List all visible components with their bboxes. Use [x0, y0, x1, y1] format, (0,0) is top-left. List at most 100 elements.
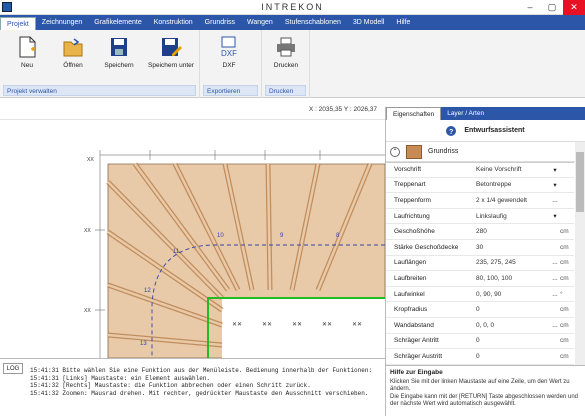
- new-file-icon: [19, 36, 36, 58]
- title-bar: INTREKON – ▢ ✕: [0, 0, 585, 15]
- property-value[interactable]: 0, 90, 90: [476, 291, 550, 298]
- menu-grundriss[interactable]: Grundriss: [199, 15, 241, 30]
- property-row[interactable]: Laufrichtung Linkslaufig ▾: [386, 209, 574, 225]
- section-grundriss[interactable]: ⌃ Grundriss: [386, 142, 585, 162]
- step-number-10: 10: [217, 233, 224, 239]
- menu-3d-modell[interactable]: 3D Modell: [347, 15, 391, 30]
- property-name: Treppenform: [394, 196, 431, 204]
- property-row[interactable]: Treppenform 2 x 1/4 gewendelt...: [386, 193, 574, 209]
- speichern-unter-label: Speichern unter: [148, 62, 194, 69]
- property-unit: °: [560, 290, 563, 298]
- step-number-12: 12: [144, 288, 151, 294]
- speichern-unter-button[interactable]: Speichern unter: [144, 36, 198, 69]
- property-grid: Vorschrift Keine Vorschrift ▾ Treppenart Bet…: [386, 162, 585, 381]
- property-row[interactable]: Vorschrift Keine Vorschrift ▾: [386, 162, 574, 178]
- property-value[interactable]: 30: [476, 244, 550, 251]
- property-value[interactable]: Linkslaufig: [476, 213, 550, 220]
- property-action-button[interactable]: ...: [550, 291, 560, 298]
- stair-drawing[interactable]: XX XX XX ✕✕ ✕✕ ✕✕ ✕✕ ✕✕ 8 9 10 11 12 13: [0, 120, 385, 358]
- property-action-button[interactable]: ...: [550, 197, 560, 204]
- property-value[interactable]: 80, 100, 100: [476, 275, 550, 282]
- menu-grafikelemente[interactable]: Grafikelemente: [88, 15, 147, 30]
- dxf-button[interactable]: DXF DXF: [214, 36, 244, 69]
- close-icon[interactable]: ✕: [563, 0, 585, 15]
- menu-stufenschablonen[interactable]: Stufenschablonen: [279, 15, 347, 30]
- property-value[interactable]: 0: [476, 306, 550, 313]
- minimize-icon[interactable]: –: [519, 0, 541, 15]
- property-action-button[interactable]: ...: [550, 259, 560, 266]
- property-row[interactable]: Schräger Austritt 0 cm: [386, 349, 574, 365]
- property-value[interactable]: 0, 0, 0: [476, 322, 550, 329]
- window-controls: – ▢ ✕: [519, 0, 585, 15]
- property-action-button[interactable]: ▾: [550, 212, 560, 220]
- property-row[interactable]: Stärke Geschoßdecke 30 cm: [386, 240, 574, 256]
- help-box: Hilfe zur Eingabe Klicken Sie mit der li…: [386, 365, 585, 416]
- property-value[interactable]: 0: [476, 353, 550, 360]
- property-row[interactable]: Laufwinkel 0, 90, 90... °: [386, 287, 574, 303]
- entwurfsassistent-button[interactable]: ? Entwurfsassistent: [386, 120, 585, 142]
- dim-label-lower: XX: [84, 308, 91, 314]
- menu-zeichnungen[interactable]: Zeichnungen: [36, 15, 88, 30]
- property-value[interactable]: 280: [476, 228, 550, 235]
- property-name: Vorschrift: [394, 166, 422, 174]
- coordinate-bar: X : 2035,35 Y : 2026,37: [0, 98, 385, 120]
- property-unit: cm: [560, 259, 569, 267]
- group-label-drucken: Drucken: [265, 85, 306, 96]
- log-pane: LOG 15:41:31 Bitte wählen Sie eine Funkt…: [0, 358, 385, 416]
- group-drucken: Drucken Drucken: [262, 30, 310, 98]
- property-value[interactable]: Betontreppe: [476, 181, 550, 188]
- property-name: Laufbreiten: [394, 274, 427, 282]
- drawing-canvas[interactable]: XX XX XX ✕✕ ✕✕ ✕✕ ✕✕ ✕✕ 8 9 10 11 12 13: [0, 120, 385, 358]
- property-unit: cm: [560, 243, 569, 251]
- dxf-label: DXF: [222, 62, 236, 69]
- save-icon: [111, 38, 127, 56]
- property-unit: cm: [560, 274, 569, 282]
- svg-text:✕✕: ✕✕: [232, 322, 242, 328]
- group-exportieren: DXF DXF Exportieren: [200, 30, 262, 98]
- group-label-projekt: Projekt verwalten: [3, 85, 196, 96]
- collapse-icon[interactable]: ⌃: [390, 146, 400, 157]
- help-text: Klicken Sie mit der linken Maustaste auf…: [390, 379, 578, 408]
- ribbon: Neu Öffnen Speichern Speichern unter Pro…: [0, 30, 585, 98]
- property-value[interactable]: 2 x 1/4 gewendelt: [476, 197, 550, 204]
- property-action-button[interactable]: ...: [550, 322, 560, 329]
- property-action-button[interactable]: ▾: [550, 181, 560, 189]
- stair-swatch-icon: [406, 144, 422, 159]
- property-unit: cm: [560, 352, 569, 360]
- help-title: Hilfe zur Eingabe: [390, 369, 443, 376]
- dim-label-middle: XX: [84, 228, 91, 234]
- property-row[interactable]: Schräger Antritt 0 cm: [386, 334, 574, 350]
- property-unit: cm: [560, 321, 569, 329]
- oeffnen-button[interactable]: Öffnen: [56, 36, 90, 69]
- cursor-coordinates: X : 2035,35 Y : 2026,37: [308, 106, 377, 113]
- maximize-icon[interactable]: ▢: [541, 0, 563, 15]
- scrollbar-thumb[interactable]: [576, 152, 584, 212]
- menu-wangen[interactable]: Wangen: [241, 15, 279, 30]
- property-value[interactable]: 235, 275, 245: [476, 259, 550, 266]
- property-row[interactable]: Laufbreiten 80, 100, 100... cm: [386, 271, 574, 287]
- property-name: Schräger Austritt: [394, 352, 443, 360]
- menu-konstruktion[interactable]: Konstruktion: [148, 15, 199, 30]
- property-value[interactable]: 0: [476, 337, 550, 344]
- property-action-button[interactable]: ...: [550, 275, 560, 282]
- speichern-button[interactable]: Speichern: [100, 36, 138, 69]
- menu-hilfe[interactable]: Hilfe: [390, 15, 416, 30]
- drucken-button[interactable]: Drucken: [270, 36, 302, 69]
- svg-text:✕✕: ✕✕: [262, 322, 272, 328]
- menu-projekt[interactable]: Projekt: [0, 17, 36, 30]
- property-name: Laufwinkel: [394, 290, 425, 298]
- property-row[interactable]: Wandabstand 0, 0, 0... cm: [386, 318, 574, 334]
- tab-eigenschaften[interactable]: Eigenschaften: [386, 107, 442, 120]
- property-row[interactable]: Kropfradius 0 cm: [386, 302, 574, 318]
- tab-layer-arten[interactable]: Layer / Arten: [441, 107, 490, 120]
- property-unit: cm: [560, 228, 569, 236]
- property-row[interactable]: Treppenart Betontreppe ▾: [386, 178, 574, 194]
- oeffnen-label: Öffnen: [63, 62, 83, 69]
- property-row[interactable]: Lauflängen 235, 275, 245... cm: [386, 256, 574, 272]
- log-tab[interactable]: LOG: [3, 363, 23, 374]
- neu-button[interactable]: Neu: [12, 36, 42, 69]
- property-action-button[interactable]: ▾: [550, 166, 560, 174]
- property-row[interactable]: Geschoßhöhe 280 cm: [386, 224, 574, 240]
- property-value[interactable]: Keine Vorschrift: [476, 166, 550, 173]
- panel-scrollbar[interactable]: [575, 142, 585, 372]
